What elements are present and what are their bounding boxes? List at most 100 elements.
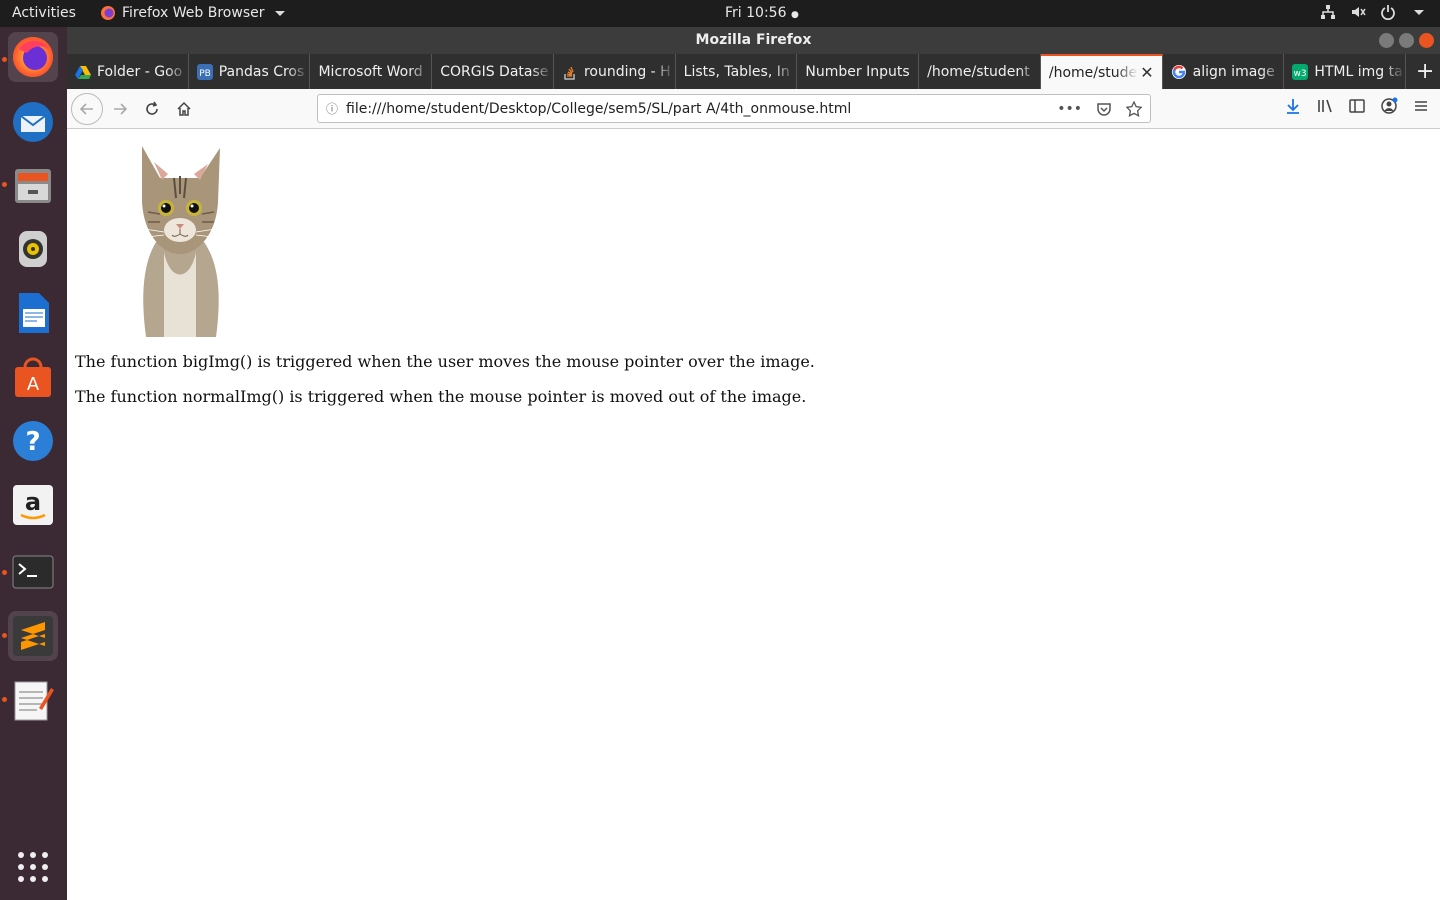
running-indicator (2, 57, 7, 62)
bookmark-star-icon[interactable] (1126, 100, 1142, 117)
tab-fade (409, 54, 432, 89)
window-titlebar[interactable]: Mozilla Firefox (67, 27, 1440, 54)
new-tab-button[interactable]: + (1410, 54, 1440, 89)
thunderbird-icon (13, 102, 53, 142)
downloads-icon[interactable] (1284, 97, 1302, 115)
running-indicator (2, 633, 7, 638)
dock-software-center[interactable]: A (8, 352, 58, 402)
firefox-icon (13, 37, 53, 77)
tab[interactable]: CORGIS Datase (432, 54, 554, 89)
running-indicator (2, 697, 7, 702)
running-indicator (2, 570, 7, 575)
tab-fade (652, 54, 675, 89)
hamburger-menu-icon[interactable] (1412, 97, 1430, 115)
tab-fade (287, 54, 310, 89)
tab[interactable]: Folder - Goo (67, 54, 189, 89)
library-icon[interactable] (1316, 97, 1334, 115)
window-controls (1379, 33, 1434, 48)
tab-strip: Folder - Goo PB Pandas Cros Microsoft Wo… (67, 54, 1440, 89)
svg-text:PB: PB (199, 69, 211, 79)
close-tab-icon[interactable]: ✕ (1140, 63, 1153, 82)
activities-button[interactable]: Activities (12, 5, 76, 21)
url-bar[interactable]: ⓘ file:///home/student/Desktop/College/s… (317, 94, 1151, 123)
dock-help[interactable]: ? (8, 416, 58, 466)
close-window-button[interactable] (1419, 33, 1434, 48)
dock-thunderbird[interactable] (8, 97, 58, 147)
chevron-down-icon (1414, 9, 1424, 15)
help-icon: ? (13, 421, 53, 461)
tab-label: Number Inputs (805, 63, 910, 80)
dock-terminal[interactable] (8, 547, 58, 597)
tab[interactable]: Number Inputs (797, 54, 920, 89)
paragraph-bigimg: The function bigImg() is triggered when … (75, 352, 815, 371)
sidebar-icon[interactable] (1348, 97, 1366, 115)
speaker-icon (19, 231, 47, 267)
dock-text-editor[interactable] (8, 675, 58, 725)
dock-firefox[interactable] (8, 32, 58, 82)
svg-text:w3: w3 (1294, 69, 1307, 79)
clock[interactable]: Fri 10:56 ● (725, 5, 799, 21)
forward-button[interactable] (107, 96, 133, 122)
app-grid-icon (18, 852, 48, 882)
maximize-button[interactable] (1399, 33, 1414, 48)
minimize-button[interactable] (1379, 33, 1394, 48)
running-indicator (2, 182, 7, 187)
svg-text:a: a (25, 488, 41, 516)
w3schools-icon: w3 (1292, 63, 1309, 80)
reload-icon (146, 101, 158, 115)
app-menu-label: Firefox Web Browser (122, 5, 265, 21)
arrow-left-icon (79, 103, 93, 115)
svg-text:?: ? (25, 427, 40, 457)
pandas-tab-icon: PB (196, 63, 213, 80)
tab-fade (774, 54, 797, 89)
app-menu[interactable]: Firefox Web Browser (100, 5, 285, 21)
tab[interactable]: PB Pandas Cros (189, 54, 311, 89)
back-button[interactable] (71, 93, 103, 125)
dock-files[interactable] (8, 160, 58, 210)
terminal-icon (12, 555, 54, 589)
arrow-right-icon (114, 103, 128, 115)
window-title: Mozilla Firefox (695, 32, 812, 48)
tab-fade (1115, 56, 1138, 89)
cat-image[interactable] (134, 142, 226, 337)
dock: A ? a (0, 27, 67, 900)
url-bar-actions: ••• (1057, 100, 1142, 117)
dock-libreoffice-writer[interactable] (8, 288, 58, 338)
tab[interactable]: rounding - H (554, 54, 676, 89)
tab[interactable]: Microsoft Word (310, 54, 433, 89)
home-icon (177, 101, 191, 116)
account-icon[interactable] (1380, 97, 1398, 115)
text-editor-icon (14, 681, 54, 721)
document-writer-icon (19, 293, 49, 333)
page-actions-icon[interactable]: ••• (1057, 101, 1082, 117)
chevron-down-icon (274, 10, 285, 16)
tab[interactable]: /home/student (919, 54, 1041, 89)
sublime-text-icon (13, 616, 53, 656)
page-info-icon[interactable]: ⓘ (318, 100, 346, 117)
tab-selected[interactable]: /home/stude ✕ (1040, 54, 1163, 89)
pocket-icon[interactable] (1096, 101, 1112, 117)
clock-label: Fri 10:56 (725, 5, 787, 21)
system-tray[interactable] (1320, 4, 1424, 20)
stackoverflow-icon (564, 66, 575, 80)
tab-label: /home/student (927, 63, 1030, 80)
volume-muted-icon (1352, 7, 1366, 17)
dock-rhythmbox[interactable] (8, 224, 58, 274)
dock-amazon[interactable]: a (8, 480, 58, 530)
file-cabinet-icon (15, 169, 51, 203)
url-text[interactable]: file:///home/student/Desktop/College/sem… (346, 101, 1057, 117)
toolbar-right (1284, 97, 1430, 115)
notification-dot-icon: ● (790, 10, 799, 20)
tab[interactable]: Lists, Tables, In (676, 54, 798, 89)
reload-button[interactable] (139, 96, 165, 122)
google-drive-icon (75, 65, 91, 79)
firefox-small-icon (101, 6, 115, 20)
system-top-bar: Activities Firefox Web Browser Fri 10:56… (0, 0, 1440, 27)
plus-icon: + (1415, 59, 1435, 84)
tab[interactable]: align image (1163, 54, 1285, 89)
show-applications-button[interactable] (8, 842, 58, 892)
home-button[interactable] (171, 96, 197, 122)
tab[interactable]: w3 HTML img ta (1284, 54, 1407, 89)
amazon-icon: a (13, 485, 53, 525)
dock-sublime-text[interactable] (8, 611, 58, 661)
